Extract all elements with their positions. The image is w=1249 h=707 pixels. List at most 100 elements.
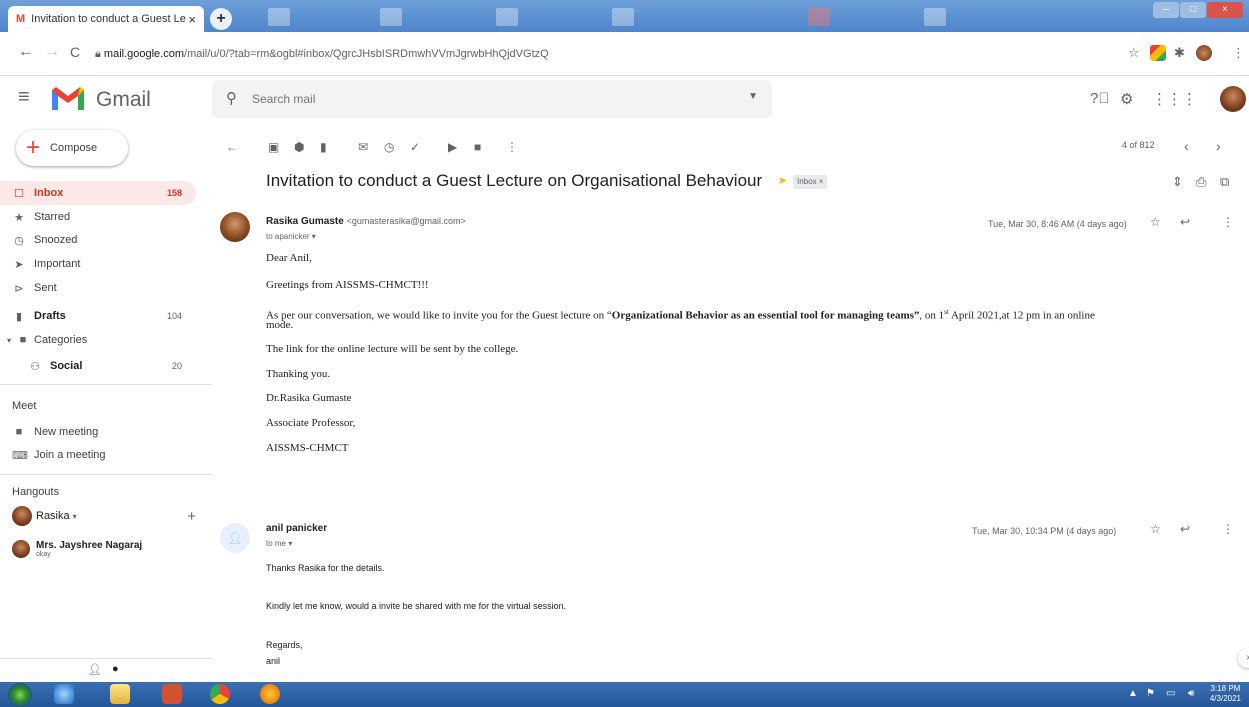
sidebar-item-label: Starred [34, 211, 71, 223]
add-contact-icon[interactable]: + [187, 508, 196, 525]
side-panel-toggle-icon[interactable]: › [1238, 648, 1249, 668]
delete-icon[interactable]: ▮ [320, 140, 327, 154]
sender-avatar[interactable]: 👤︎ [220, 523, 250, 553]
profile-avatar-icon[interactable] [1196, 45, 1212, 61]
expand-all-icon[interactable]: ⇕ [1172, 174, 1183, 190]
compose-button[interactable]: + Compose [16, 130, 128, 166]
volume-icon[interactable]: 🔊︎ [1188, 688, 1194, 699]
star-icon[interactable]: ☆ [1150, 215, 1161, 229]
sidebar-item-categories[interactable]: ▾ ■ Categories [0, 328, 196, 352]
unread-count: 158 [166, 188, 182, 198]
label-as-icon[interactable]: ■ [474, 140, 481, 154]
reload-icon[interactable]: C [70, 44, 80, 60]
newer-chevron-icon[interactable]: ‹ [1184, 138, 1189, 154]
hangouts-chat-icon[interactable]: ● [112, 663, 119, 675]
print-icon[interactable]: ⎙ [1196, 174, 1206, 190]
apps-grid-icon[interactable]: ⋮⋮⋮ [1152, 90, 1197, 108]
url-field[interactable]: 🔒︎ mail.google.com/mail/u/0/?tab=rm&ogbl… [95, 40, 549, 68]
collapse-caret-icon[interactable]: ▾ [2, 336, 16, 345]
search-options-icon[interactable]: ▼ [748, 91, 758, 102]
help-icon[interactable]: ?⃝ [1090, 90, 1110, 107]
extension-icon[interactable] [1150, 45, 1166, 61]
browser-tab[interactable]: M Invitation to conduct a Guest Le × [8, 6, 204, 32]
maximize-icon[interactable]: □ [1180, 2, 1206, 18]
more-options-icon[interactable]: ⋮ [506, 140, 518, 154]
sidebar-item-label: Sent [34, 282, 57, 294]
important-icon: ➤ [14, 258, 24, 271]
contacts-icon[interactable]: 👤︎ [88, 663, 102, 676]
move-to-icon[interactable]: ▶ [448, 140, 457, 154]
message-body-line: Regards, [266, 640, 303, 650]
sidebar-item-social[interactable]: ⚇ Social 20 [0, 354, 196, 378]
message-body-line: Kindly let me know, would a invite be sh… [266, 601, 567, 611]
recipient-details[interactable]: to me ▾ [266, 539, 292, 548]
sidebar-item-drafts[interactable]: ▮ Drafts 104 [0, 304, 196, 328]
gear-icon[interactable]: ⚙ [1120, 90, 1133, 108]
add-task-icon[interactable]: ✓ [410, 140, 420, 154]
sidebar-item-label: Inbox [34, 187, 64, 199]
tray-flag-icon[interactable]: ⚑ [1146, 688, 1155, 699]
extensions-puzzle-icon[interactable]: ✱ [1174, 45, 1185, 61]
message-text: As per our conversation, we would like t… [266, 309, 612, 322]
new-meeting-item[interactable]: ■ New meeting [0, 420, 196, 444]
bookmark-star-icon[interactable]: ☆ [1128, 45, 1140, 61]
search-icon[interactable]: ⚲ [226, 89, 237, 107]
browser-menu-icon[interactable]: ⋮ [1232, 45, 1245, 61]
hangouts-user-caret-icon[interactable]: ▾ [73, 512, 77, 521]
message-body-line: The link for the online lecture will be … [266, 343, 519, 355]
window-controls: – □ × [1152, 2, 1243, 18]
hangouts-heading: Hangouts [12, 486, 60, 498]
sidebar-item-inbox[interactable]: ☐ Inbox 158 [0, 181, 196, 205]
office-app-icon[interactable] [162, 684, 182, 704]
archive-icon[interactable]: ▣ [268, 140, 279, 154]
main-menu-icon[interactable]: ≡ [18, 86, 30, 109]
recipient-details[interactable]: to apanicker ▾ [266, 232, 316, 241]
hangouts-contact[interactable]: Mrs. Jayshree Nagaraj okay [12, 540, 142, 558]
divider [0, 384, 212, 385]
video-camera-icon: ■ [15, 426, 23, 438]
hangouts-user[interactable]: Rasika ▾ + [12, 506, 196, 526]
search-input[interactable] [252, 88, 712, 110]
tray-arrow-icon[interactable]: ▲ [1128, 688, 1138, 699]
message-body-line: Dr.Rasika Gumaste [266, 392, 352, 404]
start-button-icon[interactable] [8, 683, 32, 707]
sidebar-item-important[interactable]: ➤ Important [0, 252, 196, 276]
search-bar[interactable]: ⚲ ▼ [212, 80, 772, 118]
reply-icon[interactable]: ↩ [1180, 522, 1190, 536]
minimize-icon[interactable]: – [1153, 2, 1179, 18]
sidebar-item-starred[interactable]: ★ Starred [0, 205, 196, 229]
sidebar: + Compose ☐ Inbox 158 ★ Starred ◷ Snooze… [0, 128, 212, 658]
message-date: Tue, Mar 30, 10:34 PM (4 days ago) [972, 526, 1117, 536]
network-icon[interactable]: ▭ [1166, 688, 1175, 699]
inbox-label-chip[interactable]: Inbox × [793, 175, 828, 189]
reply-icon[interactable]: ↩ [1180, 215, 1190, 229]
background-window-icon [808, 8, 830, 26]
report-spam-icon[interactable]: ⬢ [294, 140, 304, 154]
message-more-icon[interactable]: ⋮ [1222, 522, 1234, 536]
close-window-icon[interactable]: × [1207, 2, 1243, 18]
sidebar-item-snoozed[interactable]: ◷ Snoozed [0, 228, 196, 252]
sidebar-item-sent[interactable]: ⊳ Sent [0, 276, 196, 300]
join-meeting-item[interactable]: ⌨ Join a meeting [0, 443, 196, 467]
forward-arrow-icon[interactable]: → [44, 43, 60, 61]
internet-explorer-icon[interactable] [54, 684, 74, 704]
mark-unread-icon[interactable]: ✉ [358, 140, 368, 154]
compose-plus-icon: + [26, 134, 41, 161]
firefox-icon[interactable] [260, 684, 280, 704]
account-avatar[interactable] [1220, 86, 1246, 112]
sender-avatar[interactable] [220, 212, 250, 242]
snooze-icon[interactable]: ◷ [384, 140, 394, 154]
important-marker-icon[interactable]: ➤ [778, 174, 787, 187]
back-to-inbox-icon[interactable]: ← [226, 140, 238, 154]
star-icon[interactable]: ☆ [1150, 522, 1161, 536]
system-clock[interactable]: 3:18 PM 4/3/2021 [1210, 684, 1241, 704]
new-tab-button[interactable]: + [210, 8, 232, 30]
chrome-icon[interactable] [210, 684, 230, 704]
message-more-icon[interactable]: ⋮ [1222, 215, 1234, 229]
back-arrow-icon[interactable]: ← [18, 43, 34, 61]
file-explorer-icon[interactable] [110, 684, 130, 704]
tab-close-icon[interactable]: × [188, 12, 196, 27]
open-new-window-icon[interactable]: ⧉ [1220, 174, 1229, 190]
message-body-line: Thanks Rasika for the details. [266, 563, 385, 573]
older-chevron-icon[interactable]: › [1216, 138, 1221, 154]
